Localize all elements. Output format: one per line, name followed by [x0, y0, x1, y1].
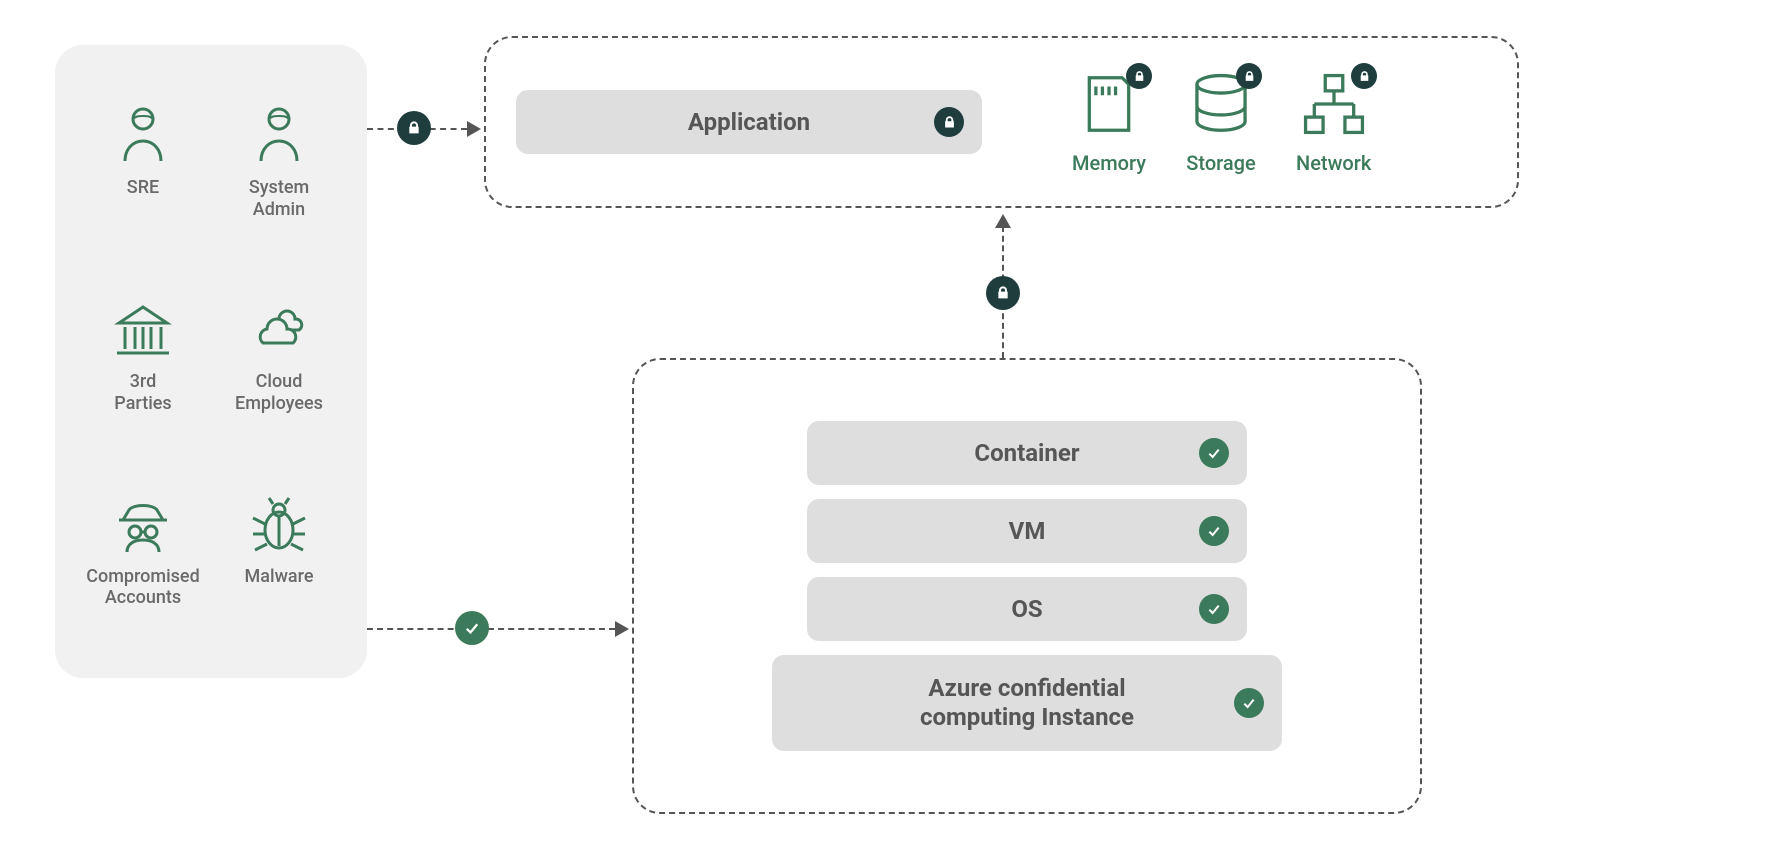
resource-label: Network — [1296, 151, 1371, 175]
check-icon — [1199, 516, 1229, 546]
actor-compromised-accounts: Compromised Accounts — [75, 494, 211, 648]
arrowhead-icon — [467, 121, 481, 137]
arrowhead-icon — [615, 621, 629, 637]
check-icon — [1199, 594, 1229, 624]
lock-icon — [397, 111, 431, 145]
actor-malware: Malware — [211, 494, 347, 648]
spy-icon — [111, 494, 175, 558]
arrowhead-icon — [995, 214, 1011, 228]
resource-label: Memory — [1072, 151, 1146, 175]
bank-icon — [111, 299, 175, 363]
person-icon — [247, 105, 311, 169]
lock-icon — [1126, 63, 1152, 89]
arrow-actors-to-stack — [367, 628, 615, 630]
lock-icon — [934, 107, 964, 137]
actor-label: Malware — [245, 566, 314, 588]
stack-instance-row: Azure confidential computing Instance — [772, 655, 1282, 751]
application-label: Application — [688, 108, 810, 136]
actor-sre: SRE — [75, 105, 211, 259]
clouds-icon — [247, 299, 311, 363]
actor-cloud-employees: Cloud Employees — [211, 299, 347, 453]
bug-icon — [247, 494, 311, 558]
actors-panel: SRE System Admin 3rd Parties Cloud Emplo… — [55, 45, 367, 678]
stack-container: Container VM OS Azure confidential compu… — [632, 358, 1422, 814]
actor-label: System Admin — [249, 177, 309, 220]
person-icon — [111, 105, 175, 169]
resource-memory: Memory — [1072, 69, 1146, 175]
check-icon — [1199, 438, 1229, 468]
check-icon — [455, 611, 489, 645]
resource-storage: Storage — [1186, 69, 1256, 175]
resource-label: Storage — [1186, 151, 1255, 175]
lock-icon — [1236, 63, 1262, 89]
lock-icon — [986, 276, 1020, 310]
actor-system-admin: System Admin — [211, 105, 347, 259]
application-pill: Application — [516, 90, 982, 154]
stack-label: OS — [1011, 595, 1042, 624]
stack-container-row: Container — [807, 421, 1247, 485]
actor-label: 3rd Parties — [114, 371, 171, 414]
actor-label: Compromised Accounts — [86, 566, 199, 609]
stack-vm-row: VM — [807, 499, 1247, 563]
stack-label: Container — [974, 439, 1079, 468]
actor-label: SRE — [127, 177, 159, 199]
lock-icon — [1351, 63, 1377, 89]
resource-network: Network — [1296, 69, 1371, 175]
actor-label: Cloud Employees — [235, 371, 323, 414]
stack-label: VM — [1009, 517, 1046, 546]
stack-os-row: OS — [807, 577, 1247, 641]
check-icon — [1234, 688, 1264, 718]
application-container: Application Memory Storage Network — [484, 36, 1519, 208]
actor-third-parties: 3rd Parties — [75, 299, 211, 453]
stack-label: Azure confidential computing Instance — [920, 674, 1134, 732]
